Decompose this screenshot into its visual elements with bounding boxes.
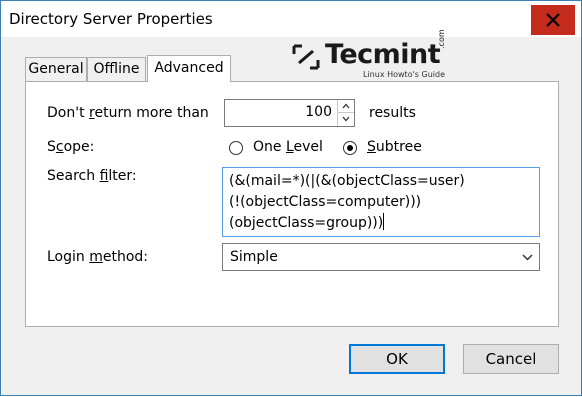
cancel-button[interactable]: Cancel <box>463 344 559 374</box>
login-method-value: Simple <box>230 249 278 265</box>
search-filter-input[interactable]: (&(mail=*)(|(&(objectClass=user) (!(obje… <box>222 167 540 237</box>
spin-up-button[interactable] <box>338 100 354 113</box>
text-caret <box>383 213 385 230</box>
results-suffix: results <box>369 105 416 121</box>
login-method-select[interactable]: Simple <box>222 243 540 271</box>
subtree-radio[interactable] <box>343 141 357 155</box>
subtree-label[interactable]: Subtree <box>367 139 422 155</box>
search-filter-label: Search filter: <box>47 168 137 184</box>
max-results-value: 100 <box>305 104 332 120</box>
max-results-spinner[interactable]: 100 <box>224 99 355 127</box>
one-level-radio[interactable] <box>229 141 243 155</box>
ok-button[interactable]: OK <box>349 344 445 374</box>
spin-down-button[interactable] <box>338 113 354 126</box>
max-results-label: Don't return more than <box>47 105 209 121</box>
spinner-buttons <box>337 100 354 126</box>
chevron-up-icon <box>342 103 350 109</box>
chevron-down-icon <box>342 116 350 122</box>
one-level-label[interactable]: One Level <box>253 139 323 155</box>
properties-dialog: Directory Server Properties Tecmint .com… <box>0 0 582 396</box>
scope-label: Scope: <box>47 139 95 155</box>
search-filter-text: (&(mail=*)(|(&(objectClass=user) (!(obje… <box>229 173 465 231</box>
chevron-down-icon <box>522 254 533 261</box>
login-method-label: Login method: <box>47 249 149 265</box>
